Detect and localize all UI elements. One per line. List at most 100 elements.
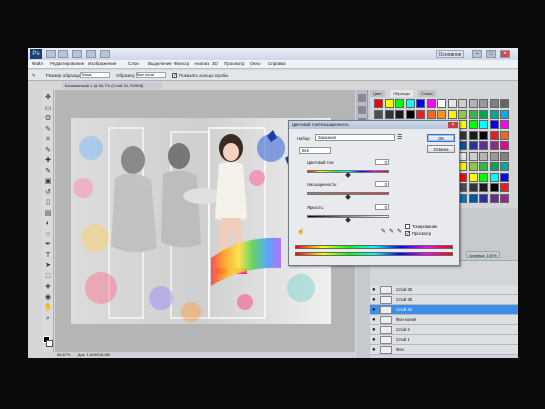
color-swatch[interactable] <box>458 109 467 119</box>
sample-size-select[interactable]: Точка <box>80 72 110 78</box>
menu-item[interactable]: Справка <box>268 61 286 66</box>
color-swatch[interactable] <box>500 141 509 150</box>
color-swatch[interactable] <box>479 172 488 182</box>
color-swatch[interactable] <box>500 183 509 192</box>
color-swatch[interactable] <box>489 151 499 161</box>
color-swatch[interactable] <box>437 99 446 108</box>
color-swatch[interactable] <box>500 172 509 182</box>
color-swatch[interactable] <box>500 109 509 119</box>
zoom-tool-icon[interactable]: ⌕ <box>43 314 53 323</box>
panel-toggle-icon[interactable] <box>358 94 366 102</box>
color-swatch[interactable] <box>500 130 509 140</box>
visibility-eye-icon[interactable]: ● <box>372 287 378 293</box>
color-swatch[interactable] <box>468 183 478 192</box>
menu-item[interactable]: Изображение <box>88 61 116 66</box>
document-tab[interactable]: Безымянный-1 @ 66,7% (Слой 34, RGB/8) <box>62 82 162 89</box>
color-swatch[interactable] <box>479 183 488 192</box>
brush-tool-icon[interactable]: ✎ <box>43 167 53 176</box>
marquee-tool-icon[interactable]: ▭ <box>43 104 53 113</box>
ok-button[interactable]: ОК <box>427 134 455 142</box>
preview-checkbox[interactable]: ✓ <box>405 231 410 237</box>
color-swatch[interactable] <box>489 172 499 182</box>
maximize-icon[interactable]: □ <box>486 50 496 58</box>
close-icon[interactable]: × <box>500 50 510 58</box>
color-swatch[interactable] <box>416 99 425 108</box>
bridge-icon[interactable] <box>46 50 56 58</box>
color-swatch[interactable] <box>426 99 436 108</box>
color-swatch[interactable] <box>468 193 478 203</box>
color-swatch[interactable] <box>479 109 488 119</box>
eyedropper-icon[interactable]: ✎ <box>381 229 387 235</box>
color-swatch[interactable] <box>489 130 499 140</box>
preset-select[interactable]: Заказная <box>315 134 395 141</box>
menu-item[interactable]: Окно <box>250 61 260 66</box>
dodge-tool-icon[interactable]: ○ <box>43 230 53 239</box>
color-swatch[interactable] <box>468 99 478 108</box>
color-swatch[interactable] <box>468 172 478 182</box>
color-swatch[interactable] <box>458 99 467 108</box>
pen-tool-icon[interactable]: ✒ <box>43 240 53 249</box>
type-tool-icon[interactable]: T <box>43 251 53 260</box>
color-swatch[interactable] <box>374 109 383 119</box>
color-swatch[interactable] <box>447 99 457 108</box>
show-ring-checkbox[interactable]: ✓ <box>172 73 177 79</box>
visibility-eye-icon[interactable]: ● <box>372 307 378 313</box>
color-swatch[interactable] <box>479 151 488 161</box>
path-select-icon[interactable]: ➤ <box>43 261 53 270</box>
menu-item[interactable]: Анализ <box>194 61 209 66</box>
color-swatch[interactable] <box>416 109 425 119</box>
color-swatch[interactable] <box>468 120 478 129</box>
lightness-field[interactable]: 0 <box>375 204 389 210</box>
colorize-checkbox[interactable] <box>405 224 410 229</box>
color-swatch[interactable] <box>489 109 499 119</box>
menu-item[interactable]: Фильтр <box>174 61 189 66</box>
visibility-eye-icon[interactable]: ● <box>372 317 378 323</box>
status-zoom[interactable]: 66,67% <box>57 352 71 357</box>
color-swatch[interactable] <box>468 130 478 140</box>
color-swatch[interactable] <box>384 109 394 119</box>
color-swatch[interactable] <box>468 162 478 171</box>
color-swatch[interactable] <box>500 120 509 129</box>
color-swatch[interactable] <box>479 130 488 140</box>
blur-tool-icon[interactable]: ◐ <box>43 219 53 228</box>
color-swatch[interactable] <box>468 141 478 150</box>
color-swatch[interactable] <box>500 193 509 203</box>
3d-camera-icon[interactable]: ◉ <box>43 293 53 302</box>
eyedropper-tool-icon[interactable]: ✎ <box>32 73 36 79</box>
panel-toggle-icon[interactable] <box>358 106 366 114</box>
tab-styles[interactable]: Стили <box>418 90 436 97</box>
preset-options-icon[interactable]: ☰ <box>397 134 402 141</box>
hand-tool-icon[interactable]: ✋ <box>43 303 53 312</box>
color-swatch[interactable] <box>479 99 488 108</box>
hue-field[interactable]: 0 <box>375 159 389 165</box>
sample-select[interactable]: Все слои <box>136 72 166 78</box>
tab-color[interactable]: Цвет <box>370 90 385 97</box>
color-swatch[interactable] <box>489 99 499 108</box>
color-swatch[interactable] <box>405 99 415 108</box>
menu-item[interactable]: 3D <box>212 61 218 66</box>
color-swatch[interactable] <box>395 99 404 108</box>
color-swatch[interactable] <box>479 120 488 129</box>
visibility-eye-icon[interactable]: ● <box>372 297 378 303</box>
saturation-slider-thumb[interactable] <box>345 194 351 200</box>
hand-tool-icon[interactable] <box>86 50 96 58</box>
visibility-eye-icon[interactable]: ● <box>372 347 378 353</box>
color-swatch[interactable] <box>468 151 478 161</box>
color-swatch[interactable] <box>468 109 478 119</box>
close-icon[interactable]: × <box>448 122 458 128</box>
color-swatch[interactable] <box>500 162 509 171</box>
visibility-eye-icon[interactable]: ● <box>372 327 378 333</box>
hue-slider-thumb[interactable] <box>345 172 351 178</box>
visibility-eye-icon[interactable]: ● <box>372 337 378 343</box>
fill-field[interactable]: Заливка: 100% <box>466 251 500 258</box>
color-swatch[interactable] <box>374 99 383 108</box>
layer-row[interactable]: ● Слой 2 <box>370 325 518 335</box>
3d-rotate-icon[interactable]: ◈ <box>43 282 53 291</box>
eraser-tool-icon[interactable]: ▯ <box>43 198 53 207</box>
color-swatch[interactable] <box>489 120 499 129</box>
tab-swatches[interactable]: Образцы <box>390 90 413 97</box>
menu-item[interactable]: Просмотр <box>224 61 245 66</box>
color-swatch[interactable] <box>500 151 509 161</box>
crop-tool-icon[interactable]: ⌗ <box>43 135 53 144</box>
color-swatch[interactable] <box>500 99 509 108</box>
